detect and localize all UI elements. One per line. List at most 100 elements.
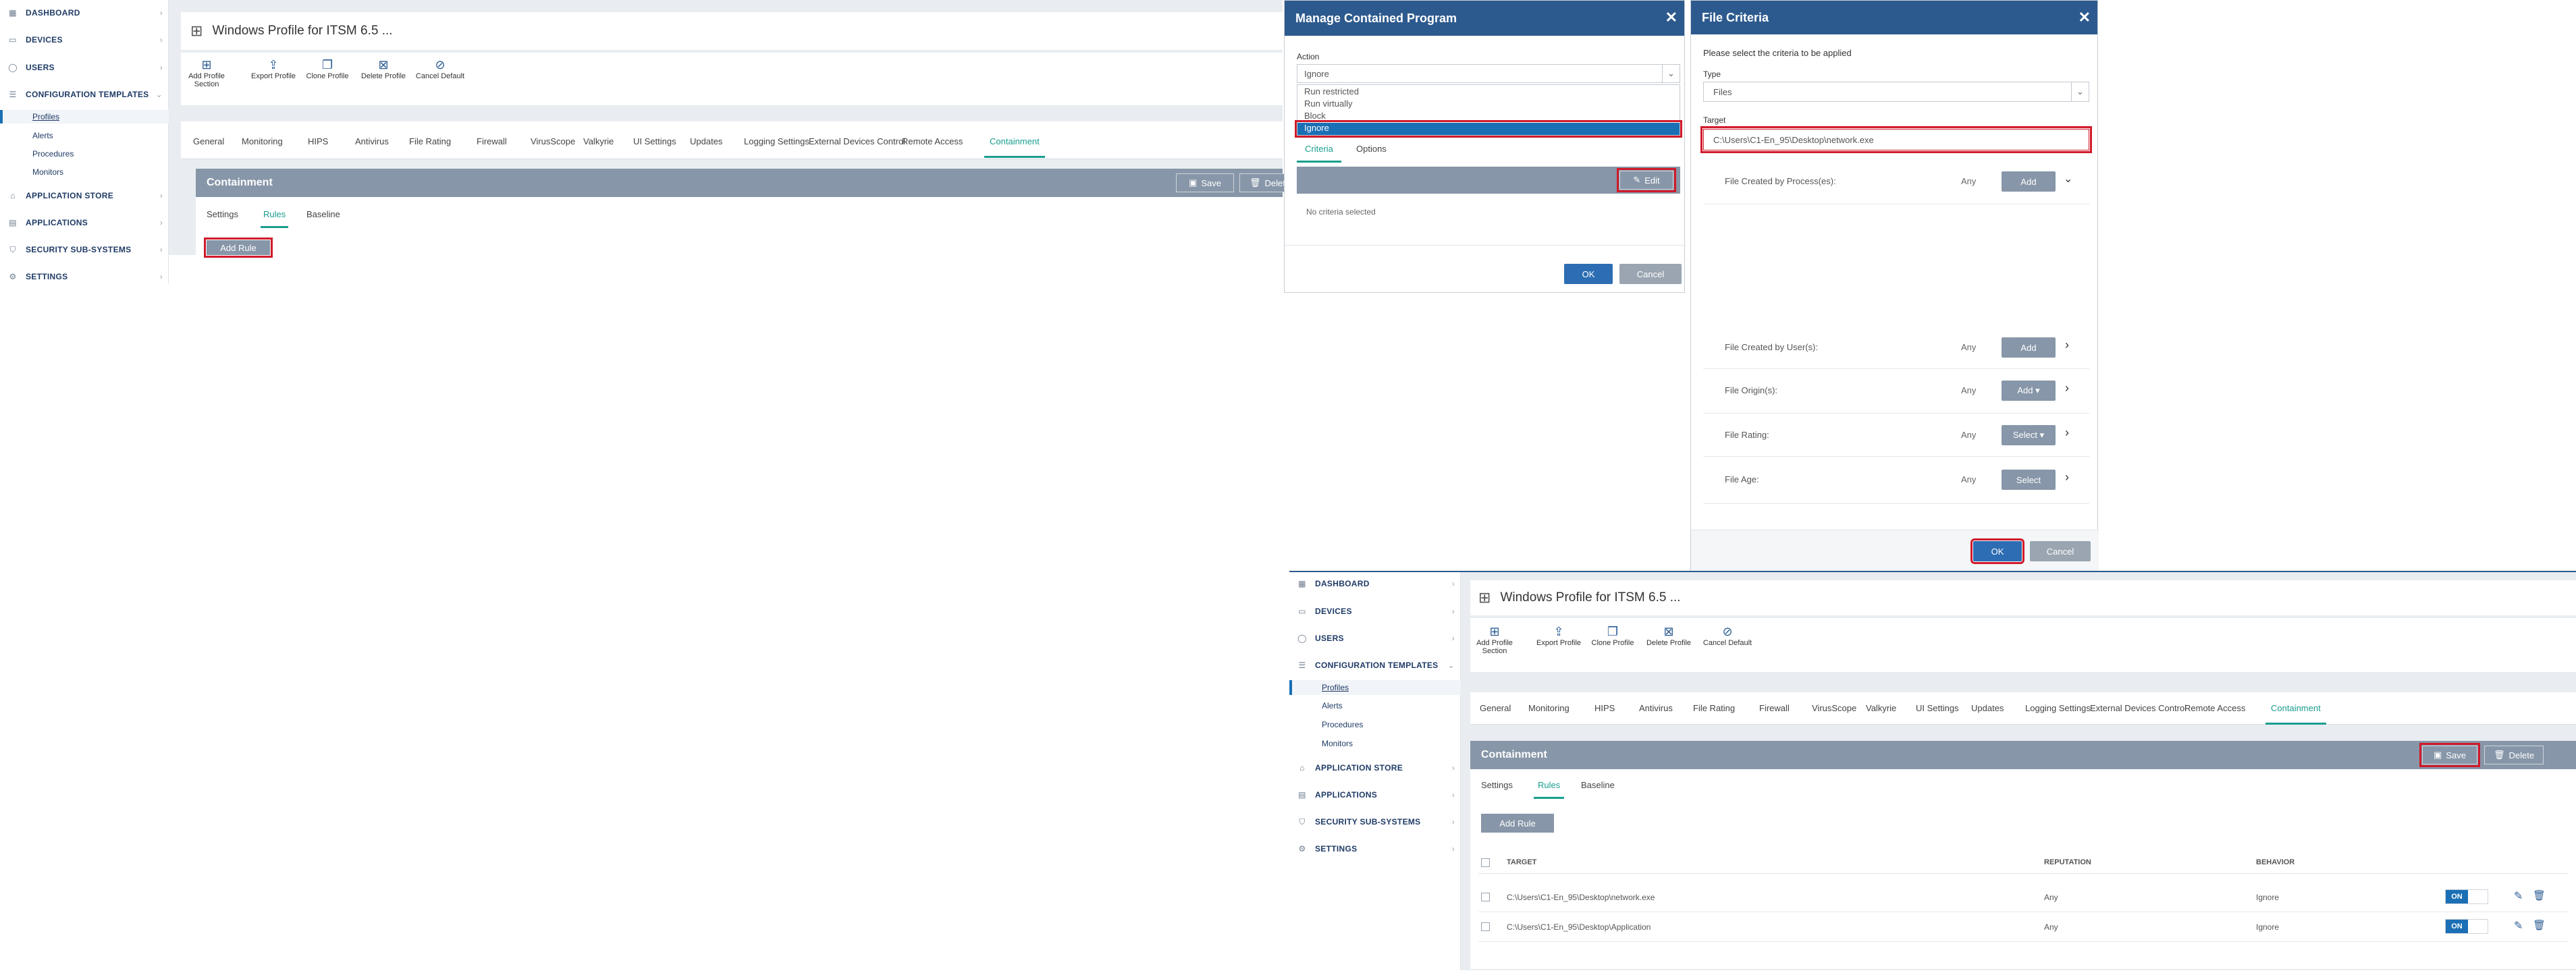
nav-configuration-templates[interactable]: ☰ CONFIGURATION TEMPLATES ⌄ bbox=[0, 87, 168, 102]
sidebar-item-profiles[interactable]: Profiles bbox=[0, 110, 169, 123]
nav-applications[interactable]: ▤ APPLICATIONS › bbox=[0, 215, 168, 230]
delete-icon[interactable]: 🗑 bbox=[2533, 919, 2546, 931]
edit-button[interactable]: ✎ Edit bbox=[1617, 168, 1676, 192]
tab-containment[interactable]: Containment bbox=[2265, 703, 2326, 725]
tab-remote-access[interactable]: Remote Access bbox=[2184, 703, 2245, 713]
tab-antivirus[interactable]: Antivirus bbox=[1639, 703, 1673, 713]
tab-general[interactable]: General bbox=[193, 136, 224, 146]
add-rule-button[interactable]: Add Rule bbox=[1481, 814, 1554, 833]
tab-remote-access[interactable]: Remote Access bbox=[902, 136, 963, 146]
tab-file-rating[interactable]: File Rating bbox=[1693, 703, 1735, 713]
cancel-button[interactable]: Cancel bbox=[2030, 541, 2091, 561]
chevron-down-icon[interactable]: ⌄ bbox=[2064, 172, 2072, 186]
add-origin-button[interactable]: Add ▾ bbox=[2002, 381, 2056, 401]
save-button[interactable]: ▣ Save bbox=[2419, 743, 2480, 767]
column-header-behavior[interactable]: BEHAVIOR bbox=[2256, 858, 2295, 866]
tab-valkyrie[interactable]: Valkyrie bbox=[583, 136, 614, 146]
tab-file-rating[interactable]: File Rating bbox=[409, 136, 451, 146]
save-button[interactable]: ▣ Save bbox=[1176, 173, 1234, 192]
nav-application-store[interactable]: ⌂ APPLICATION STORE › bbox=[1289, 760, 1460, 775]
tab-monitoring[interactable]: Monitoring bbox=[1528, 703, 1569, 713]
nav-devices[interactable]: ▭ DEVICES › bbox=[1289, 604, 1460, 619]
select-age-button[interactable]: Select bbox=[2002, 470, 2056, 490]
nav-dashboard[interactable]: ▦ DASHBOARD › bbox=[1289, 576, 1460, 591]
tab-virusscope[interactable]: VirusScope bbox=[531, 136, 575, 146]
tab-logging-settings[interactable]: Logging Settings bbox=[2025, 703, 2091, 713]
delete-icon[interactable]: 🗑 bbox=[2533, 889, 2546, 901]
sidebar-item-procedures[interactable]: Procedures bbox=[0, 147, 74, 161]
select-rating-button[interactable]: Select ▾ bbox=[2002, 425, 2056, 445]
subtab-settings[interactable]: Settings bbox=[207, 209, 238, 219]
subtab-rules[interactable]: Rules bbox=[1534, 780, 1565, 799]
clone-profile-button[interactable]: ❐ Clone Profile bbox=[1588, 625, 1638, 647]
chevron-right-icon[interactable]: › bbox=[2065, 338, 2069, 352]
tab-ui-settings[interactable]: UI Settings bbox=[1916, 703, 1959, 713]
tab-updates[interactable]: Updates bbox=[1971, 703, 2004, 713]
tab-external-devices-control[interactable]: External Devices Control bbox=[809, 136, 905, 146]
tab-virusscope[interactable]: VirusScope bbox=[1812, 703, 1856, 713]
chevron-right-icon[interactable]: › bbox=[2065, 426, 2069, 440]
sidebar-item-alerts[interactable]: Alerts bbox=[0, 129, 53, 142]
tab-ui-settings[interactable]: UI Settings bbox=[633, 136, 676, 146]
tab-firewall[interactable]: Firewall bbox=[1759, 703, 1790, 713]
cancel-default-button[interactable]: ⊘ Cancel Default bbox=[1700, 625, 1755, 647]
subtab-baseline[interactable]: Baseline bbox=[306, 209, 340, 219]
nav-security-sub-systems[interactable]: ⛉ SECURITY SUB-SYSTEMS › bbox=[0, 242, 168, 257]
tab-hips[interactable]: HIPS bbox=[1594, 703, 1615, 713]
nav-settings[interactable]: ⚙ SETTINGS › bbox=[1289, 841, 1460, 856]
chevron-right-icon[interactable]: › bbox=[2065, 381, 2069, 395]
tab-monitoring[interactable]: Monitoring bbox=[242, 136, 283, 146]
nav-users[interactable]: ◯ USERS › bbox=[0, 60, 168, 75]
tab-logging-settings[interactable]: Logging Settings bbox=[744, 136, 809, 146]
column-header-target[interactable]: TARGET bbox=[1507, 858, 1536, 866]
nav-application-store[interactable]: ⌂ APPLICATION STORE › bbox=[0, 188, 168, 203]
add-profile-section-button[interactable]: ⊞ Add Profile Section bbox=[1473, 625, 1516, 655]
subtab-baseline[interactable]: Baseline bbox=[1581, 780, 1615, 790]
nav-dashboard[interactable]: ▦ DASHBOARD › bbox=[0, 5, 168, 20]
option-run-restricted[interactable]: Run restricted bbox=[1297, 86, 1680, 99]
option-block[interactable]: Block bbox=[1297, 111, 1680, 123]
nav-configuration-templates[interactable]: ☰ CONFIGURATION TEMPLATES ⌄ bbox=[1289, 658, 1460, 673]
option-ignore[interactable]: Ignore bbox=[1295, 120, 1682, 138]
nav-settings[interactable]: ⚙ SETTINGS › bbox=[0, 269, 168, 284]
tab-external-devices-control[interactable]: External Devices Control bbox=[2090, 703, 2186, 713]
add-rule-button[interactable]: Add Rule bbox=[204, 238, 273, 258]
chevron-right-icon[interactable]: › bbox=[2065, 470, 2069, 484]
delete-profile-button[interactable]: ⊠ Delete Profile bbox=[358, 58, 409, 80]
tab-antivirus[interactable]: Antivirus bbox=[355, 136, 389, 146]
tab-general[interactable]: General bbox=[1480, 703, 1511, 713]
tab-firewall[interactable]: Firewall bbox=[477, 136, 507, 146]
rule-enabled-toggle[interactable]: ON bbox=[2445, 919, 2488, 934]
delete-button[interactable]: 🗑 Delete bbox=[2484, 746, 2544, 764]
sidebar-item-monitors[interactable]: Monitors bbox=[0, 165, 63, 179]
sidebar-item-profiles[interactable]: Profiles bbox=[1289, 680, 1461, 695]
export-profile-button[interactable]: ⇪ Export Profile bbox=[1534, 625, 1584, 647]
sidebar-item-monitors[interactable]: Monitors bbox=[1289, 737, 1353, 750]
subtab-rules[interactable]: Rules bbox=[261, 209, 289, 228]
ok-button[interactable]: OK bbox=[1564, 264, 1613, 284]
nav-security-sub-systems[interactable]: ⛉ SECURITY SUB-SYSTEMS › bbox=[1289, 814, 1460, 829]
row-checkbox[interactable] bbox=[1481, 893, 1490, 901]
ok-button[interactable]: OK bbox=[1970, 538, 2024, 564]
cancel-default-button[interactable]: ⊘ Cancel Default bbox=[413, 58, 467, 80]
add-process-button[interactable]: Add bbox=[2002, 171, 2056, 192]
nav-users[interactable]: ◯ USERS › bbox=[1289, 631, 1460, 646]
tab-criteria[interactable]: Criteria bbox=[1297, 144, 1341, 163]
export-profile-button[interactable]: ⇪ Export Profile bbox=[248, 58, 298, 80]
tab-updates[interactable]: Updates bbox=[690, 136, 722, 146]
edit-icon[interactable]: ✎ bbox=[2514, 919, 2523, 932]
nav-applications[interactable]: ▤ APPLICATIONS › bbox=[1289, 787, 1460, 802]
sidebar-item-procedures[interactable]: Procedures bbox=[1289, 718, 1363, 731]
tab-options[interactable]: Options bbox=[1356, 144, 1387, 154]
delete-profile-button[interactable]: ⊠ Delete Profile bbox=[1642, 625, 1696, 647]
add-profile-section-button[interactable]: ⊞ Add Profile Section bbox=[188, 58, 225, 88]
column-header-reputation[interactable]: REPUTATION bbox=[2044, 858, 2091, 866]
select-all-checkbox[interactable] bbox=[1481, 858, 1490, 867]
subtab-settings[interactable]: Settings bbox=[1481, 780, 1513, 790]
sidebar-item-alerts[interactable]: Alerts bbox=[1289, 699, 1343, 713]
action-select[interactable]: Ignore ⌄ bbox=[1297, 64, 1680, 83]
tab-valkyrie[interactable]: Valkyrie bbox=[1866, 703, 1896, 713]
option-run-virtually[interactable]: Run virtually bbox=[1297, 99, 1680, 111]
nav-devices[interactable]: ▭ DEVICES › bbox=[0, 32, 168, 47]
edit-icon[interactable]: ✎ bbox=[2514, 889, 2523, 903]
